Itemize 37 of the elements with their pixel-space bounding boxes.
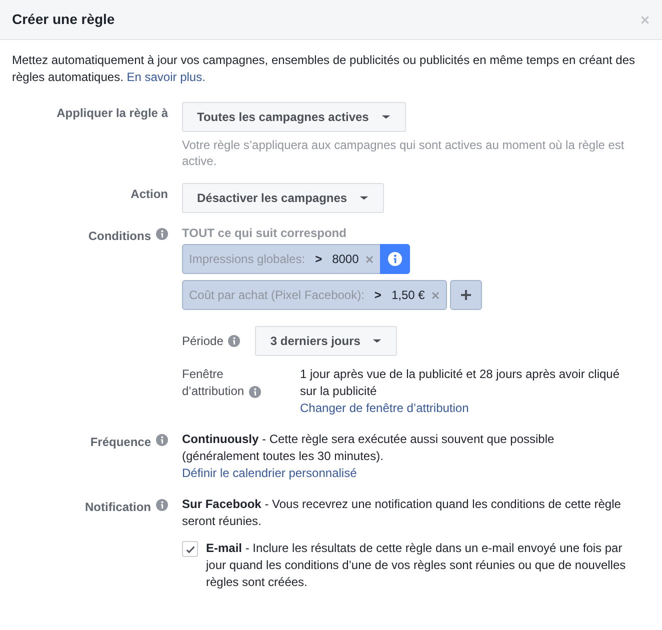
info-icon xyxy=(156,434,168,446)
change-attribution-link[interactable]: Changer de fenêtre d’attribution xyxy=(300,400,469,417)
plus-icon xyxy=(460,289,472,301)
frequency-text: Continuously - Cette règle sera exécutée aussi souvent que possible (généralement toutes les 30 minutes). xyxy=(182,431,556,465)
dropdown[interactable]: Toutes les campagnes actives xyxy=(182,102,406,132)
custom-schedule-link[interactable]: Définir le calendrier personnalisé xyxy=(182,465,357,482)
dropdown[interactable]: 3 derniers jours xyxy=(255,326,398,356)
field-label: Appliquer la règle à xyxy=(56,105,168,122)
check-icon xyxy=(184,544,196,554)
field-label: Fenêtre xyxy=(182,366,224,383)
condition-chip[interactable]: Impressions globales: > 8000 xyxy=(182,244,380,274)
email-text: E-mail - Inclure les résultats de cette règle dans un e-mail envoyé une fois par jour quand les conditions d’une de vos règles sont réunies ou que de nouvelles règles sont créées. xyxy=(206,540,627,591)
info-icon xyxy=(228,335,240,347)
field-label: Action xyxy=(130,186,168,203)
attribution-text: 1 jour après vue de la publicité et 28 jours après avoir cliqué sur la publicité xyxy=(300,366,621,400)
dialog-title: Créer une règle xyxy=(12,10,115,29)
field-label: Notification xyxy=(85,499,151,516)
info-icon xyxy=(156,228,168,240)
info-icon xyxy=(156,499,168,511)
field-label: d’attribution xyxy=(182,383,244,400)
info-icon xyxy=(388,252,402,266)
email-checkbox[interactable] xyxy=(182,541,198,557)
field-label: Période xyxy=(182,333,224,350)
field-label: Conditions xyxy=(88,228,151,245)
notification-text: Sur Facebook - Vous recevrez une notification quand les conditions de cette règle seront réunies. xyxy=(182,496,622,530)
condition-chip[interactable]: Coût par achat (Pixel Facebook): > 1,50 € xyxy=(182,280,447,310)
info-icon xyxy=(249,386,262,398)
add-button[interactable] xyxy=(450,280,482,310)
remove-icon[interactable] xyxy=(364,254,374,264)
match-text: TOUT ce qui suit correspond xyxy=(182,225,346,242)
remove-icon[interactable] xyxy=(430,290,440,300)
help-text: Votre règle s’appliquera aux campagnes qui sont actives au moment où la règle est active. xyxy=(182,137,626,169)
learn-more-link[interactable]: En savoir plus. xyxy=(126,70,206,84)
dropdown[interactable]: Désactiver les campagnes xyxy=(182,183,384,213)
field-label: Fréquence xyxy=(90,434,151,451)
info-button[interactable] xyxy=(380,244,410,274)
intro-text: Mettez automatiquement à jour vos campagnes, ensembles de publicités ou publicités en même temps en créant des règles automatiques. En savoir plus. xyxy=(12,52,636,86)
